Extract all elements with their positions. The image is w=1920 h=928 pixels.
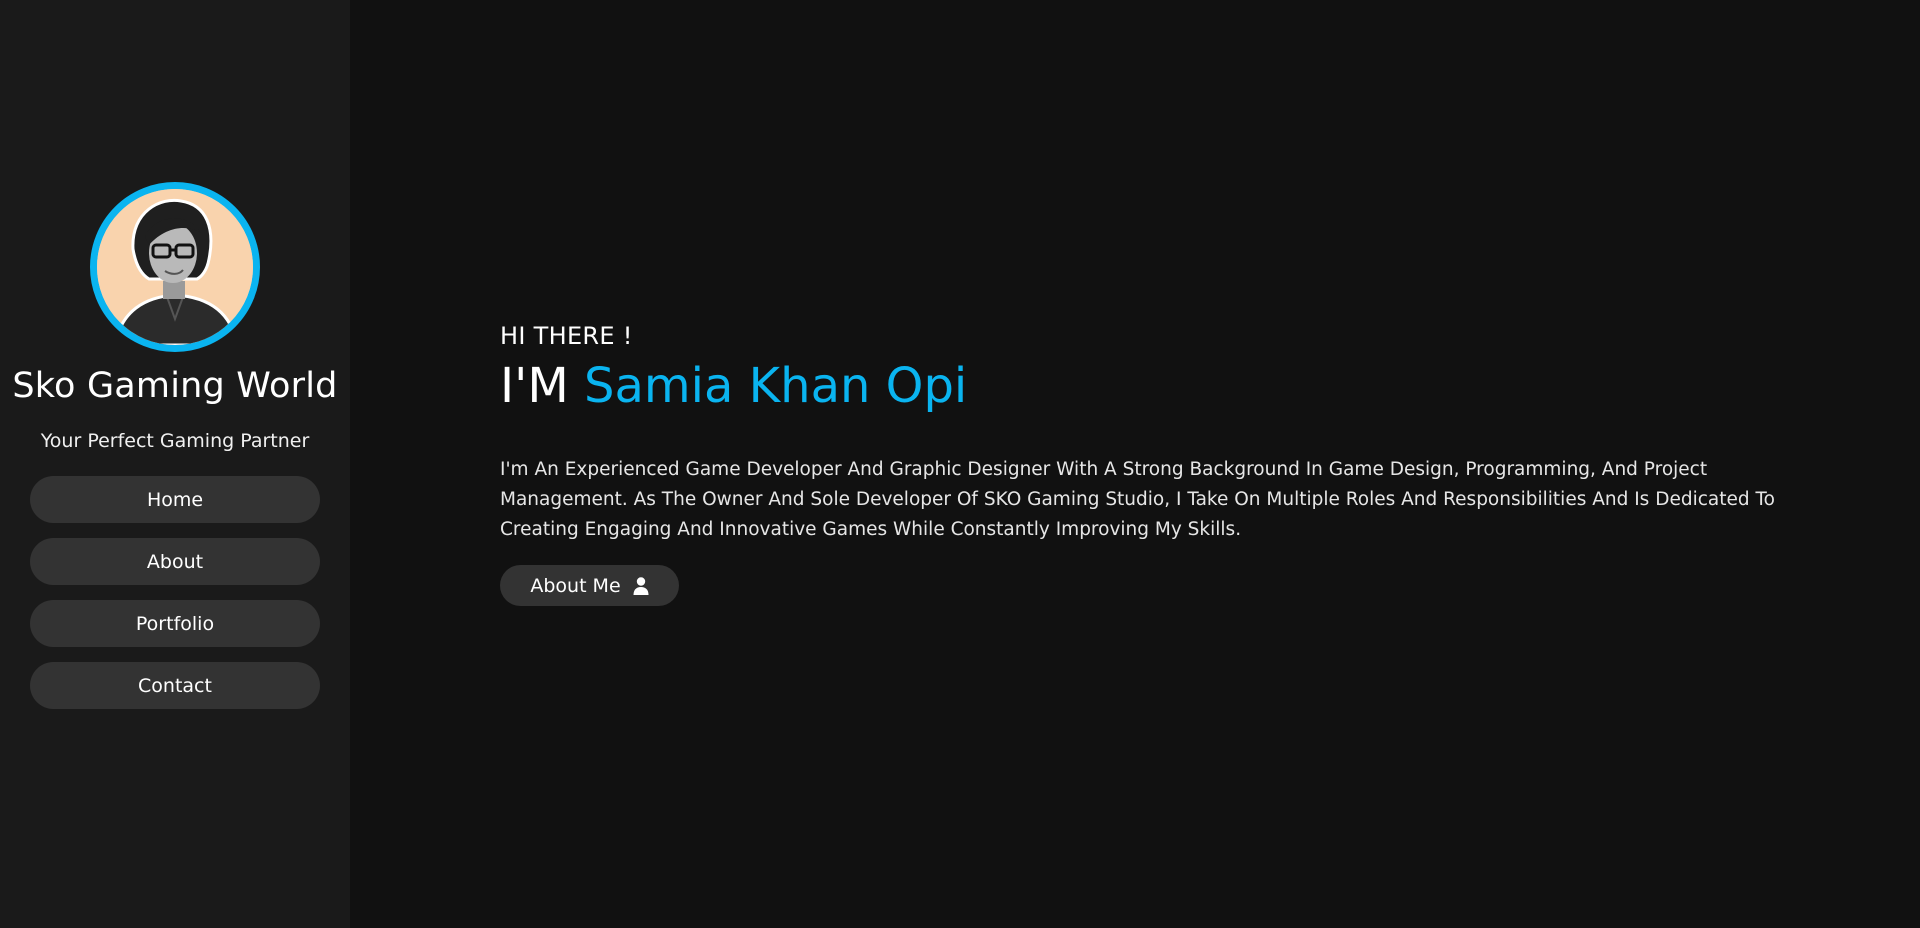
site-tagline: Your Perfect Gaming Partner — [40, 430, 310, 452]
hero-headline: I'M Samia Khan Opi — [500, 358, 967, 414]
hero-greeting: HI THERE ! — [500, 322, 633, 350]
nav-item-portfolio[interactable]: Portfolio — [30, 600, 320, 647]
about-me-button[interactable]: About Me — [500, 565, 679, 606]
about-me-label: About Me — [530, 574, 621, 597]
sidebar-nav: Home About Portfolio Contact — [30, 476, 320, 709]
hero-name: Samia Khan Opi — [584, 358, 968, 414]
profile-photo-icon — [97, 189, 253, 345]
user-icon — [633, 576, 649, 595]
main-content: HI THERE ! I'M Samia Khan Opi I'm An Exp… — [350, 0, 1920, 928]
headline-prefix: I'M — [500, 358, 585, 414]
nav-item-about[interactable]: About — [30, 538, 320, 585]
nav-item-home[interactable]: Home — [30, 476, 320, 523]
sidebar: Sko Gaming World Your Perfect Gaming Par… — [0, 0, 350, 928]
nav-item-contact[interactable]: Contact — [30, 662, 320, 709]
hero-bio: I'm An Experienced Game Developer And Gr… — [500, 459, 1775, 540]
site-title: Sko Gaming World — [12, 366, 338, 406]
avatar — [90, 182, 260, 352]
